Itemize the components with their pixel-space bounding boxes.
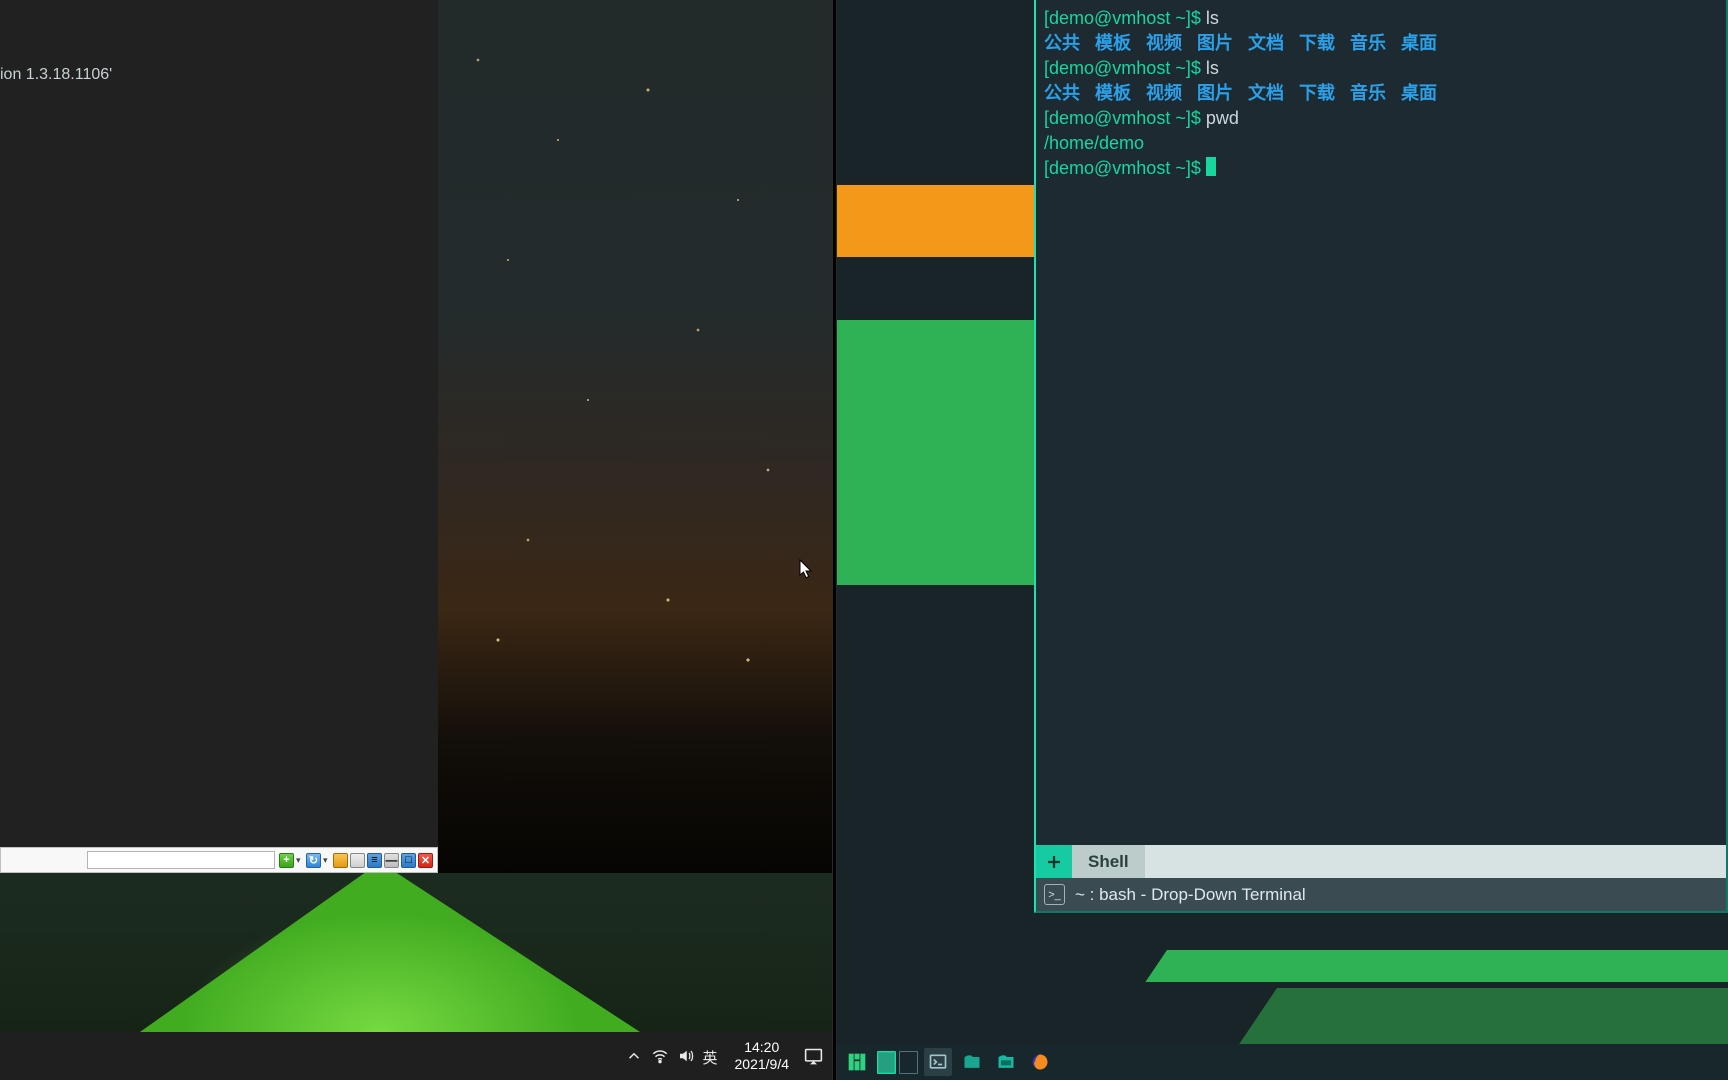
windows-taskbar[interactable]: 英 14:20 2021/9/4 xyxy=(0,1032,832,1080)
wallpaper-night-sky xyxy=(438,0,832,873)
wifi-icon[interactable] xyxy=(651,1047,669,1065)
close-icon[interactable]: ✕ xyxy=(418,853,433,868)
dropdown-terminal-window[interactable]: [demo@vmhost ~]$ ls 公共 模板 视频 图片 文档 下载 音乐… xyxy=(1034,0,1728,913)
taskbar-terminal-button[interactable] xyxy=(924,1048,952,1076)
terminal-app-icon: >_ xyxy=(1044,884,1065,905)
terminal-title: ~ : bash - Drop-Down Terminal xyxy=(1075,885,1306,905)
add-dropdown-icon[interactable]: ▾ xyxy=(296,853,304,868)
screen-icon[interactable] xyxy=(350,853,365,868)
manjaro-panel[interactable] xyxy=(837,1044,1728,1080)
right-host-screen: [demo@vmhost ~]$ ls 公共 模板 视频 图片 文档 下载 音乐… xyxy=(837,0,1728,1080)
left-terminal-window[interactable]: ion 1.3.18.1106' xyxy=(0,0,438,847)
new-tab-button[interactable] xyxy=(1036,845,1072,878)
notifications-icon[interactable] xyxy=(803,1046,824,1067)
taskbar-files2-button[interactable] xyxy=(992,1048,1020,1076)
maximize-icon[interactable]: □ xyxy=(401,853,416,868)
vnc-address-field[interactable] xyxy=(87,851,275,869)
workspace-2[interactable] xyxy=(899,1051,918,1074)
refresh-dropdown-icon[interactable]: ▾ xyxy=(323,853,331,868)
taskbar-clock[interactable]: 14:20 2021/9/4 xyxy=(729,1039,796,1072)
windows-system-tray: 英 14:20 2021/9/4 xyxy=(617,1032,833,1080)
left-host-screen: ion 1.3.18.1106' + ▾ ↻ ▾ ≡ — □ ✕ xyxy=(0,0,832,1080)
taskbar-firefox-button[interactable] xyxy=(1026,1048,1054,1076)
workspace-pager[interactable] xyxy=(877,1051,918,1074)
taskbar-date: 2021/9/4 xyxy=(735,1056,790,1073)
vnc-toolbar: + ▾ ↻ ▾ ≡ — □ ✕ xyxy=(0,847,438,873)
left-terminal-text: ion 1.3.18.1106' xyxy=(0,66,112,84)
tray-overflow-icon[interactable] xyxy=(625,1047,643,1065)
terminal-tabbar: Shell xyxy=(1036,845,1726,878)
tab-shell[interactable]: Shell xyxy=(1072,845,1145,878)
manjaro-menu-icon[interactable] xyxy=(843,1048,871,1076)
add-icon[interactable]: + xyxy=(279,853,294,868)
minimize-icon[interactable]: — xyxy=(384,853,399,868)
refresh-icon[interactable]: ↻ xyxy=(306,853,321,868)
taskbar-time: 14:20 xyxy=(744,1039,779,1056)
ime-indicator[interactable]: 英 xyxy=(703,1047,721,1065)
terminal-output[interactable]: [demo@vmhost ~]$ ls 公共 模板 视频 图片 文档 下载 音乐… xyxy=(1036,0,1726,845)
wallpaper-tent xyxy=(0,873,832,1032)
list-icon[interactable]: ≡ xyxy=(367,853,382,868)
taskbar-files-button[interactable] xyxy=(958,1048,986,1076)
workspace-1[interactable] xyxy=(877,1051,896,1074)
mouse-cursor-icon xyxy=(799,559,813,579)
volume-icon[interactable] xyxy=(677,1047,695,1065)
lock-icon[interactable] xyxy=(333,853,348,868)
terminal-titlebar[interactable]: >_ ~ : bash - Drop-Down Terminal xyxy=(1036,878,1726,911)
